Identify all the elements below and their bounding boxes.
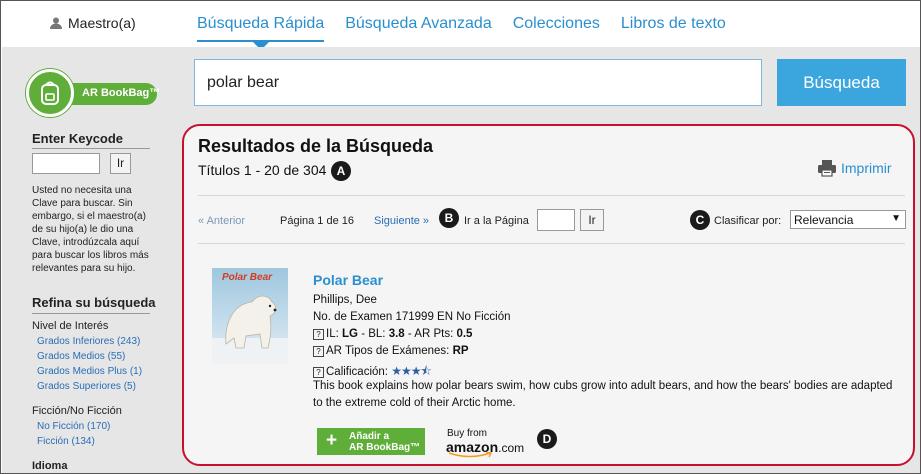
help-icon[interactable]: ? [313,367,324,378]
keycode-go-button[interactable]: Ir [110,153,131,174]
dropdown-arrow-icon: ▼ [891,213,901,224]
callout-badge-b: B [439,208,459,228]
buy-from-amazon-link[interactable]: Buy from amazon.com [446,428,526,458]
page-info: Página 1 de 16 [280,215,355,227]
divider [198,195,905,196]
tab-collections[interactable]: Colecciones [513,15,600,42]
keycode-input[interactable] [32,153,100,174]
plus-icon: + [326,430,338,451]
amazon-smile-icon [448,452,493,458]
rating-stars-icon: ★★★⯪ [391,364,432,378]
sort-label: Clasificar por: [714,215,782,227]
goto-page-label: Ir a la Página [464,215,529,227]
ar-bookbag-logo[interactable]: AR BookBag™ [26,69,161,117]
book-description: This book explains how polar bears swim,… [313,380,893,409]
add-to-bookbag-button[interactable]: + Añadir a AR BookBag™ [317,428,425,455]
results-title: Resultados de la Búsqueda [198,136,434,156]
interest-level-label: Nivel de Interés [32,320,109,332]
help-icon[interactable]: ? [313,346,324,357]
backpack-icon [41,81,59,105]
callout-badge-a: A [331,161,351,181]
logo-text: AR BookBag™ [82,87,161,99]
keycode-heading: Enter Keycode [32,131,124,146]
sort-select[interactable]: Relevancia ▼ [790,210,906,229]
book-author: Phillips, Dee [313,294,377,306]
search-results-panel: Resultados de la Búsqueda Títulos 1 - 20… [182,124,915,466]
add-button-label: Añadir a AR BookBag™ [349,431,421,453]
sort-value: Relevancia [794,213,854,227]
book-levels: ? IL: LG - BL: 3.8 - AR Pts: 0.5 [313,328,472,340]
sidebar: AR BookBag™ Enter Keycode Ir Usted no ne… [2,47,161,473]
print-link[interactable]: Imprimir [817,159,892,177]
help-icon[interactable]: ? [313,329,324,340]
user-label: Maestro(a) [68,15,136,31]
keycode-note: Usted no necesita una Clave para buscar.… [32,185,149,274]
results-count: Títulos 1 - 20 de 304 [198,162,327,178]
user-icon [50,17,62,29]
divider [198,243,905,244]
book-quiz-number: No. de Examen 171999 EN No Ficción [313,311,511,323]
filter-nonfiction[interactable]: No Ficción (170) [37,421,110,432]
fiction-label: Ficción/No Ficción [32,405,122,417]
book-title-link[interactable]: Polar Bear [313,272,383,288]
printer-icon [818,160,836,177]
filter-middle-grades[interactable]: Grados Medios (55) [37,351,125,362]
callout-badge-d: D [537,429,557,449]
logo-circle [26,69,74,117]
search-input[interactable]: polar bear [194,59,762,106]
filter-fiction[interactable]: Ficción (134) [37,436,95,447]
previous-page-link[interactable]: « Anterior [198,215,245,227]
book-quiz-types: ? AR Tipos de Exámenes: RP [313,345,469,357]
book-cover-image[interactable]: Polar Bear [212,268,288,364]
refine-heading: Refina su búsqueda [32,295,156,310]
app-window: Maestro(a) Búsqueda Rápida Búsqueda Avan… [0,0,921,474]
sidebar-divider [32,313,150,314]
filter-lower-grades[interactable]: Grados Inferiores (243) [37,336,140,347]
amazon-buy-text: Buy from [447,428,488,439]
user-menu[interactable]: Maestro(a) [49,15,136,31]
goto-page-input[interactable] [537,209,575,231]
next-page-link[interactable]: Siguiente » [374,215,429,227]
sidebar-divider [32,148,150,149]
language-label: Idioma [32,460,68,472]
tab-quick-search[interactable]: Búsqueda Rápida [197,15,325,50]
print-label: Imprimir [841,160,892,176]
filter-middle-grades-plus[interactable]: Grados Medios Plus (1) [37,366,142,377]
tab-advanced-search[interactable]: Búsqueda Avanzada [345,15,492,42]
main-tabs: Búsqueda Rápida Búsqueda Avanzada Colecc… [197,15,726,50]
filter-upper-grades[interactable]: Grados Superiores (5) [37,381,136,392]
polar-bear-illustration [212,295,288,364]
search-button[interactable]: Búsqueda [777,59,906,106]
goto-page-button[interactable]: Ir [580,209,604,231]
tab-textbooks[interactable]: Libros de texto [621,15,726,42]
callout-badge-c: C [690,210,710,230]
